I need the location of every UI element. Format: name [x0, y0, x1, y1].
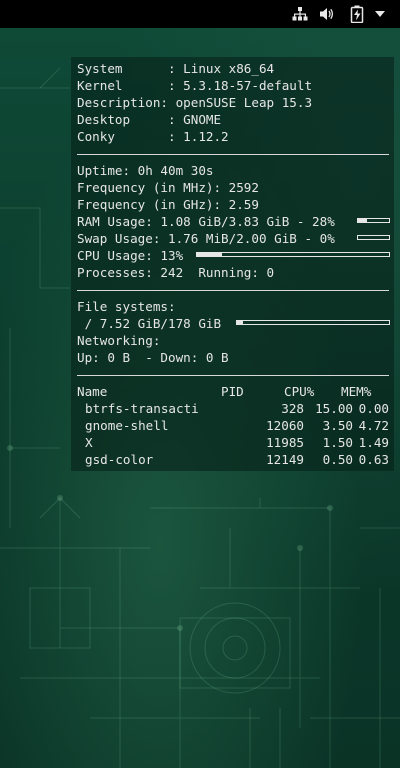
frequency-mhz-line: Frequency (in MHz): 2592 [77, 180, 259, 195]
divider [77, 290, 389, 291]
process-pid: 12060 [266, 418, 304, 433]
desktop-line: Desktop : GNOME [77, 112, 222, 127]
frequency-ghz-line: Frequency (in GHz): 2.59 [77, 197, 259, 212]
ram-usage-bar-fill [358, 219, 367, 222]
process-mem: 0.63 [358, 452, 389, 467]
process-mem: 1.49 [358, 435, 389, 450]
battery-charging-icon[interactable] [346, 0, 368, 28]
network-wired-icon[interactable] [289, 0, 311, 28]
cpu-usage-bar-fill [197, 253, 222, 256]
cpu-usage-bar [196, 252, 390, 257]
filesystem-root-bar [236, 320, 390, 325]
process-pid: 328 [281, 401, 304, 416]
uptime-line: Uptime: 0h 40m 30s [77, 163, 214, 178]
conky-widget: System : Linux x86_64 Kernel : 5.3.18-57… [71, 57, 394, 471]
filesystem-root-bar-fill [237, 321, 244, 324]
process-name: gnome-shell [85, 418, 169, 433]
ram-usage-line: RAM Usage: 1.08 GiB/3.83 GiB - 28% [77, 214, 335, 229]
file-systems-heading: File systems: [77, 299, 176, 314]
process-name: btrfs-transacti [85, 401, 199, 416]
process-cpu: 3.50 [322, 418, 353, 433]
description-line: Description: openSUSE Leap 15.3 [77, 95, 313, 110]
column-header-pid: PID [221, 384, 244, 399]
processes-line: Processes: 242 Running: 0 [77, 265, 275, 280]
ram-usage-bar [357, 218, 390, 223]
network-traffic-line: Up: 0 B - Down: 0 B [77, 350, 229, 365]
swap-usage-line: Swap Usage: 1.76 MiB/2.00 GiB - 0% [77, 231, 335, 246]
process-cpu: 15.00 [315, 401, 353, 416]
top-panel [0, 0, 400, 28]
column-header-mem: MEM% [341, 384, 372, 399]
cpu-usage-line: CPU Usage: 13% [77, 248, 184, 263]
kernel-line: Kernel : 5.3.18-57-default [77, 78, 313, 93]
process-name: gsd-color [85, 452, 154, 467]
process-pid: 12149 [266, 452, 304, 467]
divider [77, 154, 389, 155]
system-line: System : Linux x86_64 [77, 61, 275, 76]
process-cpu: 0.50 [322, 452, 353, 467]
volume-icon[interactable] [316, 0, 338, 28]
process-name: X [85, 435, 93, 450]
conky-version-line: Conky : 1.12.2 [77, 129, 229, 144]
swap-usage-bar [357, 235, 390, 240]
process-cpu: 1.50 [322, 435, 353, 450]
column-header-cpu: CPU% [284, 384, 315, 399]
system-menu-arrow-icon[interactable] [370, 0, 390, 28]
process-pid: 11985 [266, 435, 304, 450]
process-mem: 4.72 [358, 418, 389, 433]
column-header-name: Name [77, 384, 108, 399]
networking-heading: Networking: [77, 333, 161, 348]
process-mem: 0.00 [358, 401, 389, 416]
filesystem-root-line: / 7.52 GiB/178 GiB [77, 316, 222, 331]
divider [77, 375, 389, 376]
